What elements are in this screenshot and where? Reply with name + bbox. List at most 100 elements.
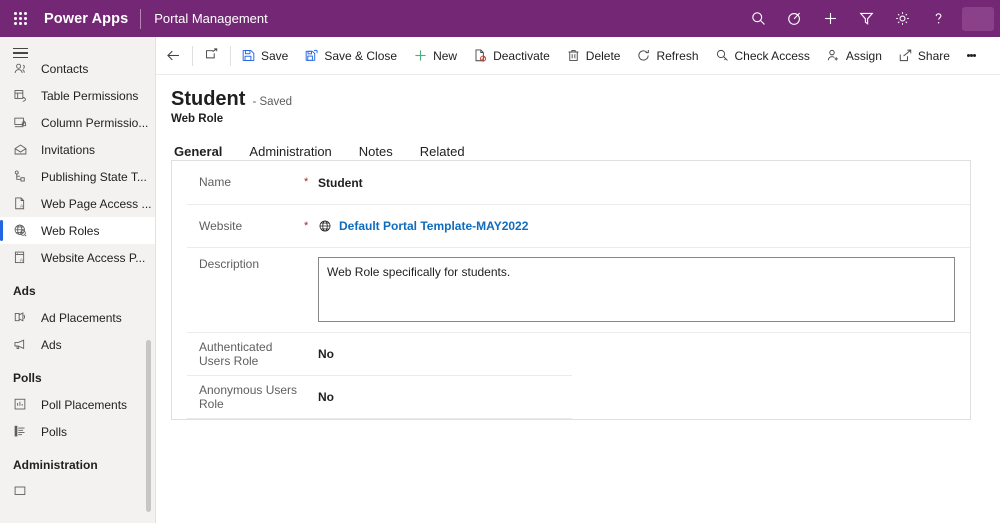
sidebar-item-ad-placements[interactable]: Ad Placements <box>0 304 156 331</box>
assign-label: Assign <box>846 49 882 63</box>
field-row-name: Name * Student <box>172 161 970 204</box>
save-button[interactable]: Save <box>233 37 296 75</box>
website-required-marker: * <box>304 220 318 233</box>
delete-button[interactable]: Delete <box>558 37 629 75</box>
app-name-label: Portal Management <box>141 11 267 26</box>
sidebar-item-polls[interactable]: Polls <box>0 418 156 445</box>
sidebar-group-administration: Administration <box>0 445 156 478</box>
avatar[interactable] <box>962 7 994 31</box>
name-field-value[interactable]: Student <box>318 176 363 190</box>
assign-icon <box>826 48 841 63</box>
description-field-label: Description <box>172 257 304 332</box>
search-icon[interactable] <box>740 0 776 37</box>
sidebar-item-label: Polls <box>33 425 67 439</box>
save-and-close-button[interactable]: Save & Close <box>296 37 405 75</box>
share-button[interactable]: Share <box>890 37 958 75</box>
sidebar-group-ads: Ads <box>0 271 156 304</box>
check-access-icon <box>715 48 730 63</box>
plus-icon <box>413 48 428 63</box>
trash-icon <box>566 48 581 63</box>
contacts-icon <box>13 60 33 78</box>
header-actions <box>740 0 1000 37</box>
field-row-description: Description <box>172 248 970 332</box>
check-access-label: Check Access <box>735 49 810 63</box>
field-separator <box>187 418 572 419</box>
sidebar-item-table-permissions[interactable]: Table Permissions <box>0 82 156 109</box>
poll-placements-icon <box>13 396 33 414</box>
more-commands-button[interactable] <box>958 37 986 75</box>
website-field-label: Website <box>172 219 304 234</box>
sidebar-item-website-access-permissions[interactable]: A Website Access P... <box>0 244 156 271</box>
website-access-icon: A <box>13 249 33 267</box>
filter-icon[interactable] <box>848 0 884 37</box>
check-access-button[interactable]: Check Access <box>707 37 818 75</box>
app-header: Power Apps Portal Management <box>0 0 1000 37</box>
sidebar-scrollbar-thumb[interactable] <box>146 340 151 512</box>
record-title-row: Student - Saved <box>171 88 1000 111</box>
invitations-icon <box>13 141 33 159</box>
sidebar-item-label: Ad Placements <box>33 311 122 325</box>
deactivate-button[interactable]: Deactivate <box>465 37 558 75</box>
field-row-website: Website * Default Portal Template-MAY202… <box>172 205 970 247</box>
description-textarea[interactable] <box>318 257 955 322</box>
new-label: New <box>433 49 457 63</box>
sidebar-item-web-roles[interactable]: Web Roles <box>0 217 156 244</box>
waffle-icon <box>14 12 27 25</box>
new-button[interactable]: New <box>405 37 465 75</box>
command-divider <box>230 46 231 66</box>
sidebar-item-ads[interactable]: Ads <box>0 331 156 358</box>
sidebar-item-label: Publishing State T... <box>33 170 147 184</box>
back-button[interactable] <box>156 37 190 75</box>
help-icon[interactable] <box>920 0 956 37</box>
sidebar-item-label: Poll Placements <box>33 398 127 412</box>
sidebar-item-invitations[interactable]: Invitations <box>0 136 156 163</box>
share-label: Share <box>918 49 950 63</box>
sidebar-item-poll-placements[interactable]: Poll Placements <box>0 391 156 418</box>
sidebar-item-column-permissions[interactable]: Column Permissio... <box>0 109 156 136</box>
sidebar: Contacts Table Permissions <box>0 37 156 523</box>
diagnostics-icon[interactable] <box>776 0 812 37</box>
field-row-authenticated-users-role: Authenticated Users Role No <box>172 333 970 375</box>
save-status-label: - Saved <box>252 96 292 108</box>
refresh-button[interactable]: Refresh <box>628 37 706 75</box>
plus-icon[interactable] <box>812 0 848 37</box>
column-permissions-icon <box>13 114 33 132</box>
anonymous-users-role-value[interactable]: No <box>318 390 334 404</box>
form-card: Name * Student Website * Default Portal … <box>171 160 971 420</box>
anonymous-users-role-label: Anonymous Users Role <box>172 383 304 411</box>
name-required-marker: * <box>304 176 318 189</box>
entity-name-label: Web Role <box>171 113 1000 125</box>
app-launcher-button[interactable] <box>0 0 40 37</box>
sidebar-item-label: Website Access P... <box>33 251 145 265</box>
save-close-icon <box>304 48 319 63</box>
popout-button[interactable] <box>195 37 228 75</box>
sidebar-item-contacts[interactable]: Contacts <box>0 55 156 82</box>
deactivate-icon <box>473 48 488 63</box>
gear-icon[interactable] <box>884 0 920 37</box>
publishing-state-icon <box>13 168 33 186</box>
save-label: Save <box>261 49 288 63</box>
polls-icon <box>13 423 33 441</box>
website-field-value[interactable]: Default Portal Template-MAY2022 <box>318 219 528 233</box>
name-field-label: Name <box>172 175 304 190</box>
authenticated-users-role-value[interactable]: No <box>318 347 334 361</box>
sidebar-group-polls: Polls <box>0 358 156 391</box>
sidebar-item-label: Ads <box>33 338 62 352</box>
share-icon <box>898 48 913 63</box>
sidebar-item-label: Invitations <box>33 143 95 157</box>
sidebar-item-label: Contacts <box>33 62 88 76</box>
main-content: Student - Saved Web Role General Adminis… <box>156 75 1000 523</box>
page-title: Student <box>171 88 245 111</box>
brand-title[interactable]: Power Apps <box>40 11 140 27</box>
record-header: Student - Saved Web Role <box>156 75 1000 125</box>
sidebar-item-web-page-access-control-rules[interactable]: A Web Page Access ... <box>0 190 156 217</box>
description-required-marker <box>304 257 318 332</box>
sidebar-item-partial-bottom[interactable] <box>0 478 156 505</box>
assign-button[interactable]: Assign <box>818 37 890 75</box>
ads-icon <box>13 336 33 354</box>
website-link[interactable]: Default Portal Template-MAY2022 <box>339 219 528 233</box>
sidebar-nav-list: Contacts Table Permissions <box>0 55 156 505</box>
save-icon <box>241 48 256 63</box>
sidebar-scroll-area[interactable]: Contacts Table Permissions <box>0 69 156 523</box>
sidebar-item-publishing-state-transitions[interactable]: Publishing State T... <box>0 163 156 190</box>
